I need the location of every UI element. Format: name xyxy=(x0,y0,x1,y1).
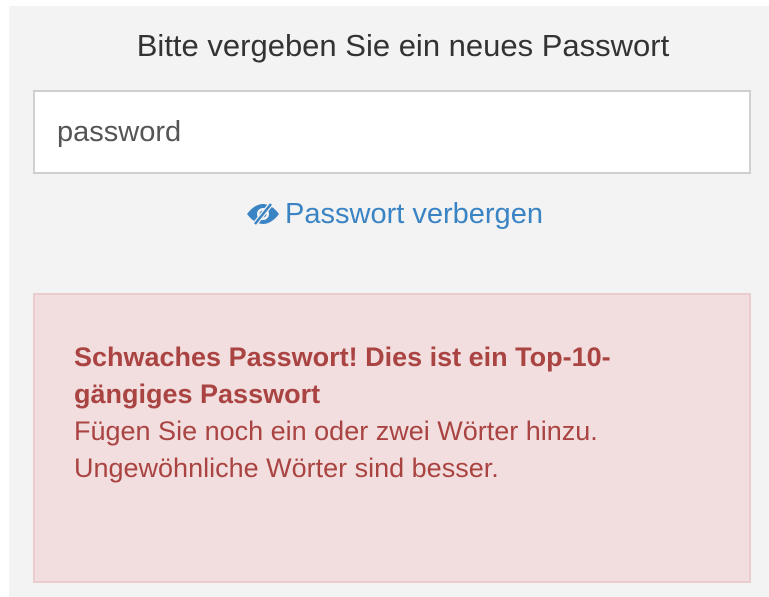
panel-heading: Bitte vergeben Sie ein neues Passwort xyxy=(136,28,670,63)
eye-slash-icon xyxy=(247,203,280,225)
alert-title: Schwaches Passwort! Dies ist ein Top-10-… xyxy=(74,342,611,409)
alert-hint: Fügen Sie noch ein oder zwei Wörter hinz… xyxy=(74,416,598,483)
hide-password-link[interactable]: Passwort verbergen xyxy=(9,198,769,231)
password-panel: Bitte vergeben Sie ein neues Passwort Pa… xyxy=(9,6,769,597)
hide-password-label: Passwort verbergen xyxy=(285,198,543,230)
new-password-input[interactable] xyxy=(33,90,751,174)
weak-password-alert: Schwaches Passwort! Dies ist ein Top-10-… xyxy=(33,293,751,583)
